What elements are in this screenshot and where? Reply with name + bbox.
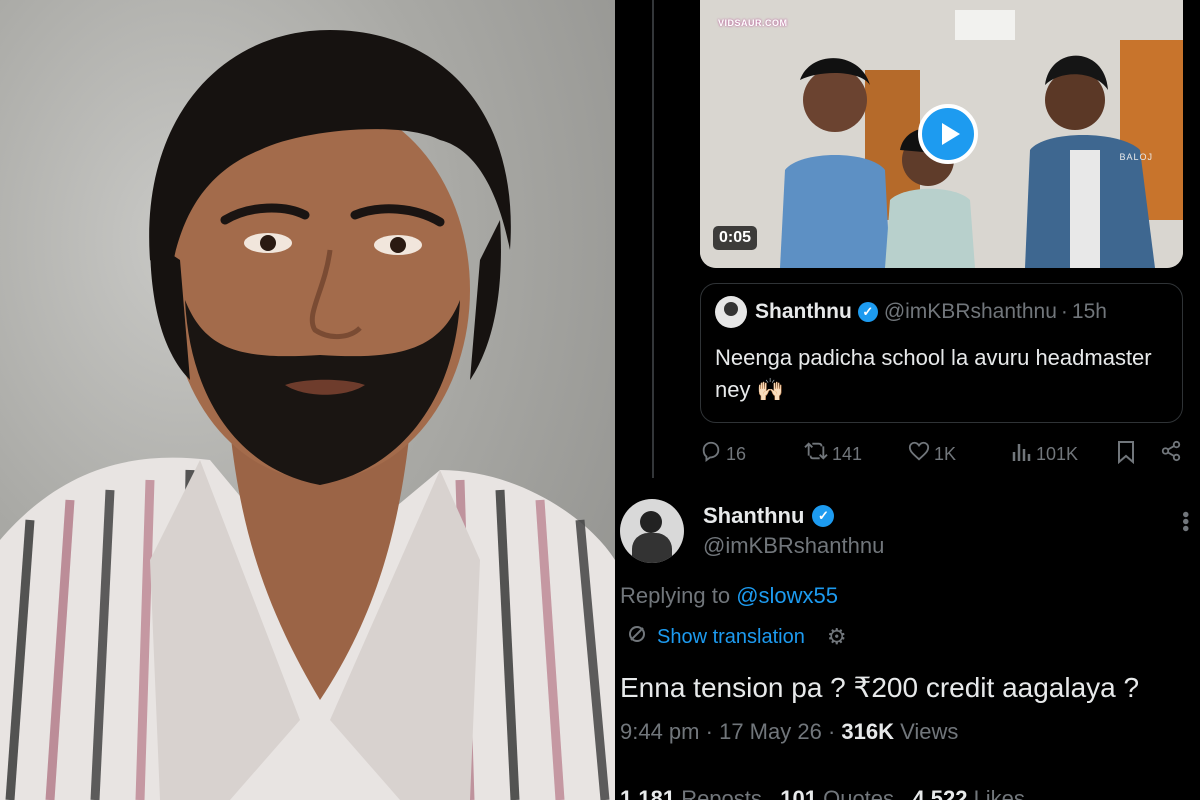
avatar-body [632, 533, 672, 563]
reposts-label[interactable]: Reposts [681, 786, 762, 800]
verified-badge-icon: ✓ [812, 505, 835, 527]
portrait-illustration [0, 30, 615, 800]
heart-icon [908, 440, 930, 468]
analytics-icon [1012, 440, 1032, 468]
show-translation-link[interactable]: Show translation [657, 626, 805, 649]
quoted-tweet-text: Neenga padicha school la avuru headmaste… [715, 345, 1152, 402]
reply-button[interactable]: 16 [700, 440, 746, 468]
share-button[interactable] [1160, 440, 1182, 468]
action-bar: 16 141 1K 101K [700, 436, 1190, 468]
tweet-header: Shanthnu ✓ @imKBRshanthnu ••• [620, 497, 1196, 567]
quoted-timestamp[interactable]: 15h [1072, 300, 1107, 324]
video-player[interactable]: VIDSAUR.COM BALOJ 0:05 [700, 0, 1183, 268]
like-count: 1K [934, 443, 957, 464]
portrait-photo [0, 0, 615, 800]
more-options-icon[interactable]: ••• [1174, 511, 1196, 532]
likes-label[interactable]: Likes [974, 786, 1025, 800]
separator-dot: · [827, 719, 842, 744]
separator-dot: · [1060, 300, 1068, 323]
share-icon [1160, 440, 1182, 468]
bookmark-button[interactable] [1116, 440, 1136, 470]
author-name[interactable]: Shanthnu [703, 503, 804, 529]
gear-icon[interactable]: ⚙ [827, 624, 847, 650]
video-watermark: VIDSAUR.COM [718, 18, 788, 28]
quoted-tweet-header: Shanthnu ✓ @imKBRshanthnu · 15h [715, 296, 1168, 328]
tweet-meta: 9:44 pm · 17 May 26 · 316K Views [620, 719, 958, 745]
replying-prefix: Replying to [620, 583, 731, 608]
quotes-count[interactable]: 101 [780, 786, 817, 800]
tweet-views-count: 316K [841, 719, 894, 744]
tweet-text: Enna tension pa ? ₹200 credit aagalaya ? [620, 672, 1140, 703]
quoted-avatar[interactable] [715, 296, 747, 328]
translate-icon [627, 624, 647, 650]
replying-to-link[interactable]: @slowx55 [736, 583, 838, 608]
like-button[interactable]: 1K [908, 440, 956, 468]
replying-to: Replying to @slowx55 [620, 583, 838, 609]
author-avatar[interactable] [620, 499, 684, 563]
tweet-views-label: Views [900, 719, 959, 744]
reply-count: 16 [726, 443, 747, 464]
author-handle[interactable]: @imKBRshanthnu [703, 533, 884, 559]
views-count: 101K [1036, 443, 1079, 464]
repost-count: 141 [832, 443, 863, 464]
repost-button[interactable]: 141 [804, 440, 862, 468]
author-name-row: Shanthnu ✓ [703, 503, 840, 529]
tweet-date[interactable]: 17 May 26 [719, 719, 822, 744]
play-button[interactable] [918, 104, 978, 164]
tweet-panel: VIDSAUR.COM BALOJ 0:05 Shanthnu ✓ @imKBR… [615, 0, 1200, 800]
video-duration: 0:05 [713, 226, 758, 250]
quoted-author-name[interactable]: Shanthnu [755, 300, 852, 324]
verified-badge-icon: ✓ [857, 302, 878, 322]
separator-dot: · [705, 719, 720, 744]
views-button[interactable]: 101K [1012, 440, 1078, 468]
quotes-label[interactable]: Quotes [823, 786, 894, 800]
reply-icon [700, 440, 722, 468]
tweet-stats: 1,181 Reposts 101 Quotes 4,522 Likes [620, 786, 1025, 800]
avatar-head [640, 511, 662, 533]
quoted-author-handle[interactable]: @imKBRshanthnu [884, 300, 1057, 324]
repost-icon [804, 440, 828, 468]
tweet-time[interactable]: 9:44 pm [620, 719, 700, 744]
reposts-count[interactable]: 1,181 [620, 786, 675, 800]
translation-row: Show translation ⚙ [627, 624, 847, 650]
likes-count[interactable]: 4,522 [912, 786, 967, 800]
play-icon [941, 123, 960, 145]
video-overlay-text: BALOJ [1119, 152, 1153, 162]
quoted-tweet[interactable]: Shanthnu ✓ @imKBRshanthnu · 15h Neenga p… [700, 283, 1183, 423]
bookmark-icon [1116, 440, 1136, 470]
thread-line [652, 0, 654, 478]
